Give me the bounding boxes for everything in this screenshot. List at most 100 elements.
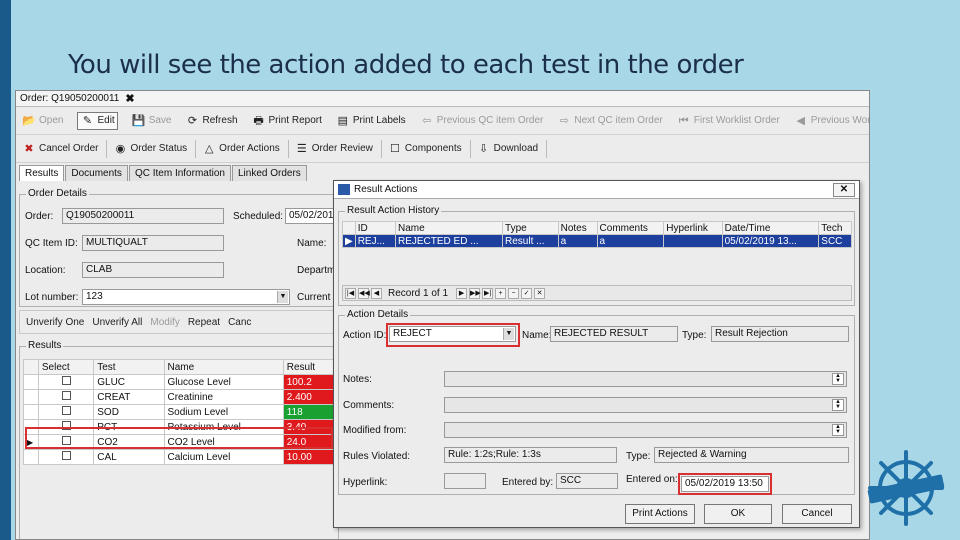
order-actions-button[interactable]: △ Order Actions [202,142,280,156]
previous-qc-item-order-label: Previous QC item Order [436,115,544,126]
edit-icon: ✎ [82,114,93,127]
next-qc-item-order-button[interactable]: ⇨ Next QC item Order [557,114,663,128]
result-cell: 10.00 [282,449,338,465]
action-name-field[interactable]: REJECTED RESULT [550,326,678,342]
edit-button[interactable]: ✎ Edit [77,111,118,130]
rule-type-field[interactable]: Rejected & Warning [654,447,849,463]
test-cell: SOD [93,404,165,420]
hyperlink-field[interactable] [444,473,486,489]
col-datetime[interactable]: Date/Time [721,221,820,235]
history-type: Result ... [502,234,559,248]
table-row[interactable]: GLUC Glucose Level 100.2 [23,374,338,390]
col-test[interactable]: Test [93,359,165,375]
select-cell [37,389,95,405]
next-page-icon[interactable]: ▶▶ [469,287,481,299]
col-name[interactable]: Name [163,359,284,375]
unverify-one-button[interactable]: Unverify One [26,317,84,328]
scheduled-field[interactable]: 05/02/2019 [285,208,340,224]
cancel-button[interactable]: Cancel [782,504,852,524]
tab-results[interactable]: Results [19,165,65,181]
rules-violated-field[interactable]: Rule: 1:2s;Rule: 1:3s [444,447,617,463]
toolbar-separator [546,139,548,158]
cancel-record-icon[interactable]: ✕ [534,287,546,299]
table-row[interactable]: SOD Sodium Level 118 [23,404,338,420]
scroll-icon[interactable]: ▲ ▼ [832,424,844,436]
notes-field[interactable]: ▲ ▼ [444,371,847,387]
select-checkbox[interactable] [61,406,71,415]
first-record-icon[interactable]: |◀ [345,287,356,299]
name-cell: Glucose Level [163,374,284,390]
history-indicator-header [342,221,356,235]
action-type-field[interactable]: Result Rejection [711,326,849,342]
entered-by-field[interactable]: SCC [556,473,618,489]
tab-documents[interactable]: Documents [65,165,128,181]
next-qc-item-order-label: Next QC item Order [574,115,663,126]
col-name[interactable]: Name [394,221,504,235]
refresh-button[interactable]: ⟳ Refresh [186,114,238,128]
scroll-icon[interactable]: ▲ ▼ [832,399,844,411]
select-checkbox[interactable] [61,391,71,400]
previous-worklist-button[interactable]: ◀ Previous Worklist [794,114,869,128]
col-select[interactable]: Select [37,359,95,375]
previous-qc-item-order-button[interactable]: ⇦ Previous QC item Order [420,114,544,128]
save-button[interactable]: 💾 Save [132,114,172,128]
col-type[interactable]: Type [502,221,559,235]
canc-button[interactable]: Canc [228,317,251,328]
delete-record-icon[interactable]: − [508,287,520,299]
chevron-down-icon[interactable]: ▼ [277,291,288,303]
status-icon: ◉ [115,142,126,155]
history-hyperlink [663,234,723,248]
unverify-all-button[interactable]: Unverify All [92,317,142,328]
col-id[interactable]: ID [354,221,397,235]
select-checkbox[interactable] [61,376,71,385]
col-result[interactable]: Result [282,359,338,375]
repeat-button[interactable]: Repeat [188,317,220,328]
prev-icon: ◀ [796,114,805,127]
qc-item-field[interactable]: MULTIQUALT [82,235,224,251]
comments-field[interactable]: ▲ ▼ [444,397,847,413]
previous-worklist-label: Previous Worklist [810,115,869,126]
download-button[interactable]: ⇩ Download [477,142,538,156]
tab-linked-orders[interactable]: Linked Orders [231,165,307,181]
tab-qc-item-information[interactable]: QC Item Information [128,165,231,181]
history-row[interactable]: ▶ REJ... REJECTED ED ... Result ... a a … [342,234,852,248]
modified-from-field[interactable]: ▲ ▼ [444,422,847,438]
toolbar-separator [380,139,382,158]
open-button[interactable]: 📂 Open [22,114,63,128]
last-record-icon[interactable]: ▶| [482,287,494,299]
print-actions-button[interactable]: Print Actions [625,504,695,524]
scroll-icon[interactable]: ▲ ▼ [832,373,844,385]
col-tech[interactable]: Tech [818,221,852,235]
save-record-icon[interactable]: ✓ [521,287,533,299]
table-row[interactable]: CAL Calcium Level 10.00 [23,449,338,465]
lot-number-field[interactable]: 123 ▼ [82,289,290,305]
location-field[interactable]: CLAB [82,262,224,278]
print-report-button[interactable]: 🖶 Print Report [252,114,322,128]
slide-accent-bar [0,0,11,540]
modify-button[interactable]: Modify [150,317,179,328]
next-record-icon[interactable]: ▶ [456,287,468,299]
order-field[interactable]: Q19050200011 [62,208,224,224]
close-icon[interactable]: ✕ [833,183,855,197]
close-icon[interactable]: ✖ [125,91,134,107]
location-label: Location: [25,265,66,276]
order-status-button[interactable]: ◉ Order Status [113,142,188,156]
prev-page-icon[interactable]: ◀◀ [358,287,370,299]
print-labels-button[interactable]: ▤ Print Labels [336,114,406,128]
components-button[interactable]: ☐ Components [388,142,462,156]
add-record-icon[interactable]: + [495,287,507,299]
ok-button[interactable]: OK [704,504,772,524]
table-row[interactable]: CREAT Creatinine 2.400 [23,389,338,405]
prev-record-icon[interactable]: ◀ [371,287,382,299]
review-icon: ☰ [296,142,307,155]
col-comments[interactable]: Comments [596,221,665,235]
first-worklist-order-button[interactable]: ⏮ First Worklist Order [677,114,780,128]
col-notes[interactable]: Notes [557,221,598,235]
order-review-button[interactable]: ☰ Order Review [295,142,373,156]
comments-label: Comments: [343,400,395,411]
lot-number-label: Lot number: [25,292,79,303]
order-status-label: Order Status [130,143,188,154]
select-checkbox[interactable] [61,451,71,460]
cancel-order-button[interactable]: ✖ Cancel Order [22,142,98,156]
col-hyperlink[interactable]: Hyperlink [663,221,723,235]
